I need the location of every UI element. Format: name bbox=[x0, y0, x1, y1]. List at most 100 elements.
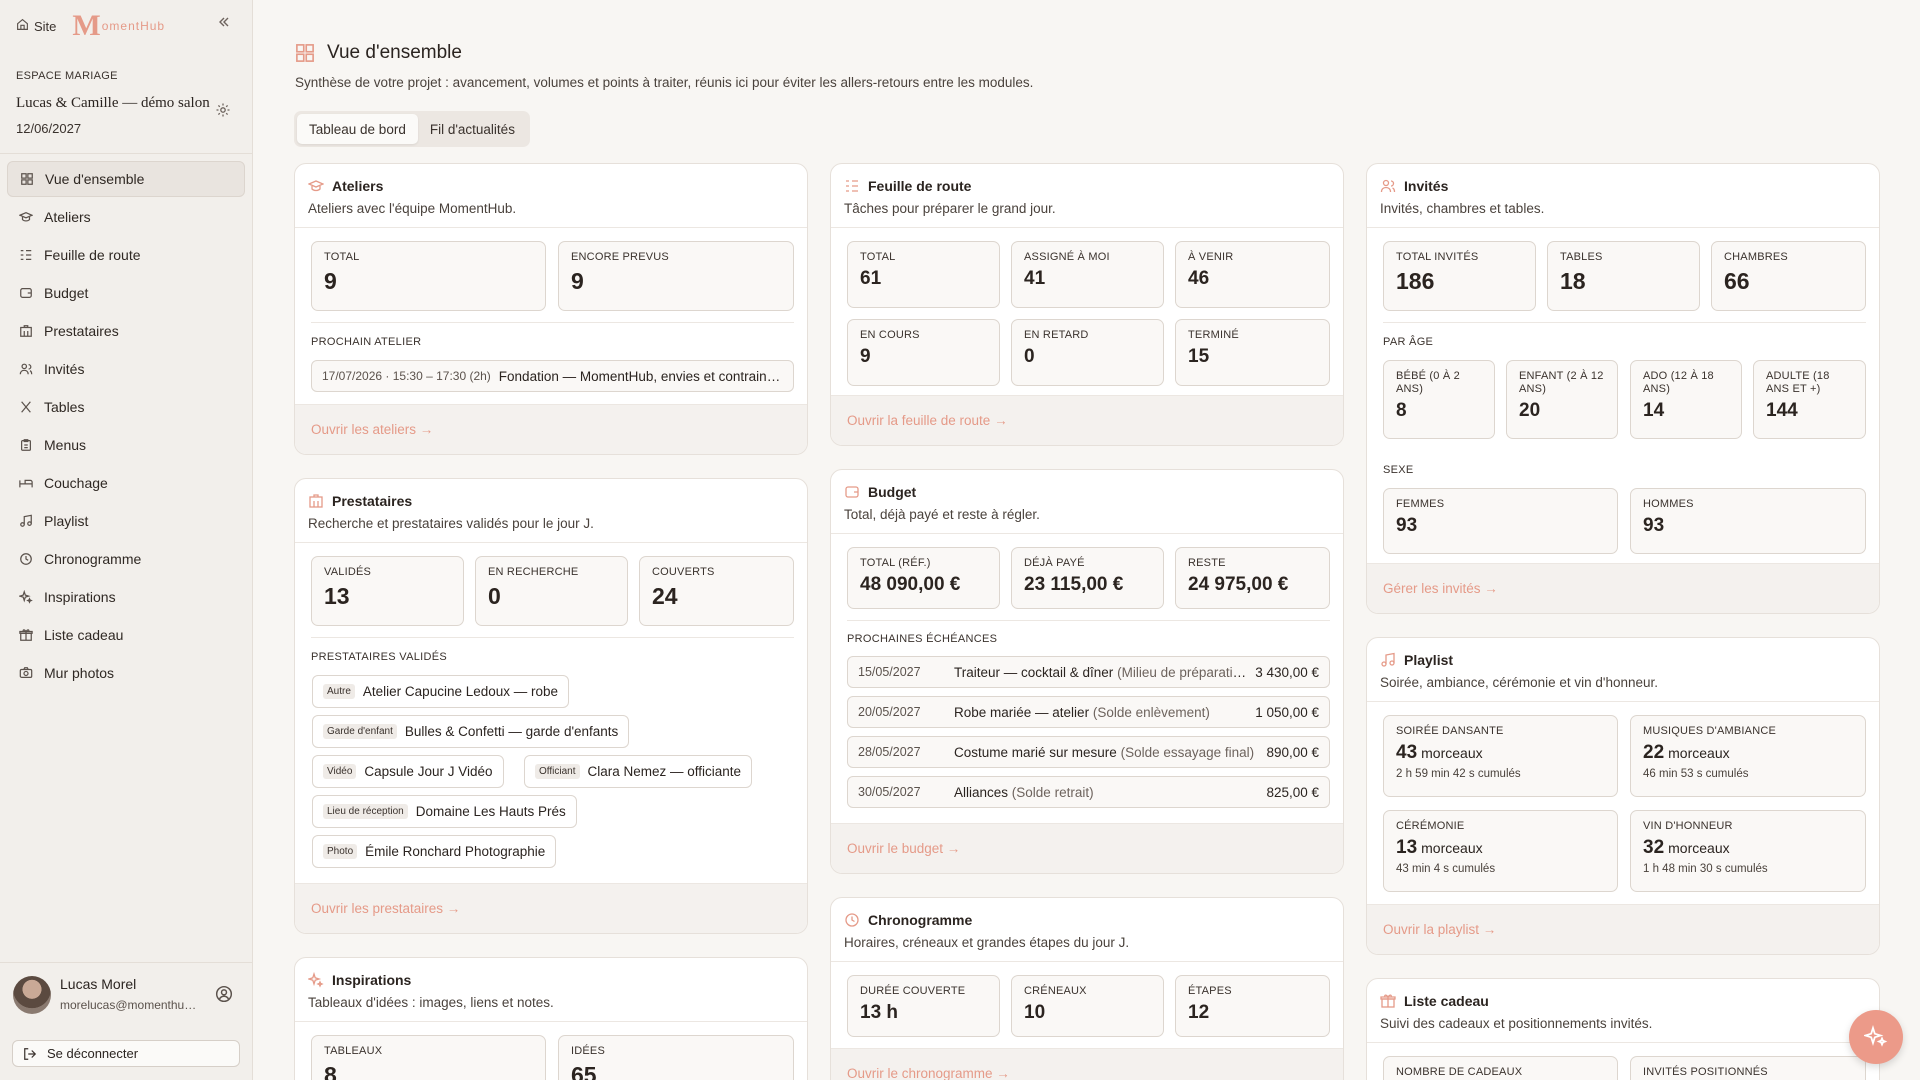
stat-unit: morceaux bbox=[1668, 840, 1730, 856]
vendor-chip[interactable]: Lieu de réception Domaine Les Hauts Prés bbox=[312, 795, 577, 828]
open-ateliers-link[interactable]: Ouvrir les ateliers → bbox=[295, 404, 807, 454]
prestataires-card: Prestataires Recherche et prestataires v… bbox=[294, 478, 808, 934]
vendor-chip[interactable]: Autre Atelier Capucine Ledoux — robe bbox=[312, 675, 570, 708]
utensils-icon bbox=[18, 399, 34, 415]
stat-label: FEMMES bbox=[1396, 498, 1445, 510]
echeance-title: Traiteur — cocktail & dîner bbox=[954, 664, 1114, 680]
echeance-row[interactable]: 28/05/2027 Costume marié sur mesure (Sol… bbox=[847, 736, 1330, 768]
sidebar-item-feuille-de-route[interactable]: Feuille de route bbox=[7, 237, 245, 273]
grid-icon bbox=[296, 44, 314, 62]
site-link[interactable]: Site bbox=[16, 18, 56, 34]
stat-label: ÉTAPES bbox=[1188, 985, 1232, 997]
avatar[interactable] bbox=[13, 976, 51, 1014]
sidebar-item-label: Mur photos bbox=[44, 665, 115, 681]
stat-label: DURÉE COUVERTE bbox=[860, 985, 966, 997]
stat-label: TABLEAUX bbox=[324, 1045, 383, 1057]
stat-etapes: ÉTAPES 12 bbox=[1175, 975, 1330, 1037]
page-title: Vue d'ensemble bbox=[327, 42, 462, 63]
stat-total: TOTAL 61 bbox=[847, 241, 1000, 308]
stat-value: 8 bbox=[1396, 400, 1407, 421]
vendor-tag: Officiant bbox=[535, 764, 580, 779]
open-feuille-link[interactable]: Ouvrir la feuille de route → bbox=[831, 395, 1343, 445]
vendor-chip[interactable]: Vidéo Capsule Jour J Vidéo bbox=[312, 755, 504, 788]
card-title: Inspirations bbox=[332, 972, 412, 988]
sidebar-item-playlist[interactable]: Playlist bbox=[7, 503, 245, 539]
sidebar-item-chronogramme[interactable]: Chronogramme bbox=[7, 541, 245, 577]
chronogramme-card: Chronogramme Horaires, créneaux et grand… bbox=[830, 897, 1344, 1080]
open-budget-link[interactable]: Ouvrir le budget → bbox=[831, 823, 1343, 873]
open-prestataires-link[interactable]: Ouvrir les prestataires → bbox=[295, 883, 807, 933]
echeance-row[interactable]: 15/05/2027 Traiteur — cocktail & dîner (… bbox=[847, 656, 1330, 688]
logout-button[interactable]: Se déconnecter bbox=[12, 1040, 240, 1067]
card-description: Recherche et prestataires validés pour l… bbox=[308, 516, 594, 531]
sidebar-item-prestataires[interactable]: Prestataires bbox=[7, 313, 245, 349]
vendor-chip[interactable]: Garde d'enfant Bulles & Confetti — garde … bbox=[312, 715, 630, 748]
bed-icon bbox=[18, 475, 34, 491]
card-description: Invités, chambres et tables. bbox=[1380, 201, 1545, 216]
sidebar-top: Site M omentHub bbox=[16, 11, 166, 41]
assistant-fab-button[interactable] bbox=[1849, 1010, 1903, 1064]
stat-label: ASSIGNÉ À MOI bbox=[1024, 251, 1110, 263]
echeance-date: 28/05/2027 bbox=[858, 745, 921, 759]
stat-ceremonie: CÉRÉMONIE 13 morceaux 43 min 4 s cumulés bbox=[1383, 810, 1618, 892]
tab-tableau-de-bord[interactable]: Tableau de bord bbox=[297, 114, 418, 144]
vendor-name: Clara Nemez — officiante bbox=[587, 764, 742, 779]
sidebar-item-label: Menus bbox=[44, 437, 87, 453]
stat-label: ENCORE PREVUS bbox=[571, 251, 669, 263]
sidebar-item-vue-ensemble[interactable]: Vue d'ensemble bbox=[7, 161, 245, 197]
vendor-chip[interactable]: Photo Émile Ronchard Photographie bbox=[312, 835, 557, 868]
momenthub-logo[interactable]: M omentHub bbox=[72, 11, 166, 41]
card-title: Ateliers bbox=[332, 178, 384, 194]
echeance-date: 20/05/2027 bbox=[858, 705, 921, 719]
collapse-sidebar-button[interactable] bbox=[216, 14, 232, 34]
open-chronogramme-link[interactable]: Ouvrir le chronogramme → bbox=[831, 1048, 1343, 1080]
stat-value: 8 bbox=[324, 1062, 337, 1080]
card-title: Budget bbox=[868, 484, 917, 500]
stat-value: 13 bbox=[324, 583, 350, 609]
wallet-icon bbox=[844, 484, 860, 500]
logo-text: omentHub bbox=[101, 19, 166, 33]
card-header: Chronogramme Horaires, créneaux et grand… bbox=[831, 898, 1343, 962]
stat-reste: RESTE 24 975,00 € bbox=[1175, 547, 1330, 609]
manage-invites-link[interactable]: Gérer les invités → bbox=[1367, 563, 1879, 613]
stat-value: 93 bbox=[1396, 515, 1418, 536]
echeance-title: Alliances bbox=[954, 784, 1009, 800]
space-settings-button[interactable] bbox=[215, 102, 233, 120]
tab-fil-actualites[interactable]: Fil d'actualités bbox=[418, 114, 527, 144]
sidebar-item-ateliers[interactable]: Ateliers bbox=[7, 199, 245, 235]
sparkles-icon bbox=[308, 972, 324, 988]
echeance-row[interactable]: 20/05/2027 Robe mariée — atelier (Solde … bbox=[847, 696, 1330, 728]
sidebar-item-inspirations[interactable]: Inspirations bbox=[7, 579, 245, 615]
account-button[interactable] bbox=[215, 985, 233, 1003]
stat-value: 14 bbox=[1643, 400, 1665, 421]
music-icon bbox=[18, 513, 34, 529]
vendor-chip[interactable]: Officiant Clara Nemez — officiante bbox=[524, 755, 753, 788]
stat-sub: 1 h 48 min 30 s cumulés bbox=[1643, 863, 1768, 875]
sidebar-item-tables[interactable]: Tables bbox=[7, 389, 245, 425]
divider bbox=[311, 322, 794, 323]
validated-list-label: PRESTATAIRES VALIDÉS bbox=[311, 651, 447, 663]
stat-label: EN RETARD bbox=[1024, 329, 1089, 341]
stat-value: 23 115,00 € bbox=[1024, 574, 1124, 595]
next-atelier-row[interactable]: 17/07/2026 · 15:30 – 17:30 (2h) Fondatio… bbox=[311, 360, 794, 392]
stat-value: 0 bbox=[488, 583, 501, 609]
sidebar-item-menus[interactable]: Menus bbox=[7, 427, 245, 463]
sidebar-item-couchage[interactable]: Couchage bbox=[7, 465, 245, 501]
stat-value: 9 bbox=[860, 346, 871, 367]
stat-femmes: FEMMES 93 bbox=[1383, 488, 1618, 554]
sidebar-item-invites[interactable]: Invités bbox=[7, 351, 245, 387]
clock-icon bbox=[844, 912, 860, 928]
echeance-row[interactable]: 30/05/2027 Alliances (Solde retrait) 825… bbox=[847, 776, 1330, 808]
vendor-tag: Lieu de réception bbox=[323, 804, 408, 819]
open-playlist-link[interactable]: Ouvrir la playlist → bbox=[1367, 904, 1879, 954]
sidebar-item-label: Invités bbox=[44, 361, 85, 377]
gear-icon bbox=[216, 103, 230, 117]
stat-en-recherche: EN RECHERCHE 0 bbox=[475, 556, 628, 626]
sidebar-item-budget[interactable]: Budget bbox=[7, 275, 245, 311]
card-header: Liste cadeau Suivi des cadeaux et positi… bbox=[1367, 979, 1879, 1043]
stat-sub: 2 h 59 min 42 s cumulés bbox=[1396, 768, 1521, 780]
sidebar-item-mur-photos[interactable]: Mur photos bbox=[7, 655, 245, 691]
music-icon bbox=[1380, 652, 1396, 668]
stat-value: 32 bbox=[1643, 837, 1665, 858]
sidebar-item-liste-cadeau[interactable]: Liste cadeau bbox=[7, 617, 245, 653]
